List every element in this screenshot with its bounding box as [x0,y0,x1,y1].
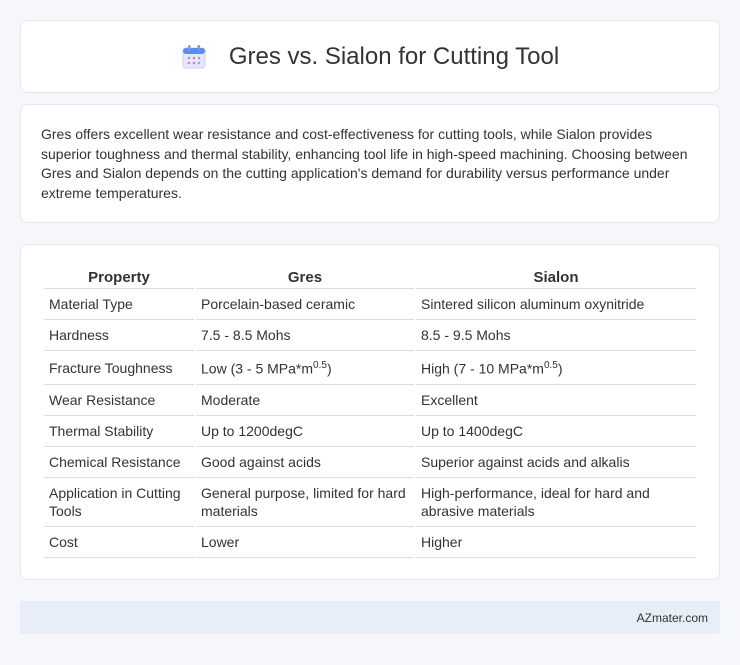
footer: AZmater.com [20,601,720,634]
gres-cell: Low (3 - 5 MPa*m0.5) [196,351,414,385]
gres-fracture-value: Low (3 - 5 MPa*m [201,360,314,377]
sialon-fracture-exponent: 0.5 [543,360,558,372]
gres-cell: Moderate [196,385,414,416]
sialon-cell: Excellent [416,385,696,416]
sialon-cell: Up to 1400degC [416,416,696,447]
gres-fracture-suffix: ) [326,360,332,377]
gres-cell: Porcelain-based ceramic [196,289,414,320]
table-row: Fracture Toughness Low (3 - 5 MPa*m0.5) … [44,351,696,385]
property-cell: Cost [44,527,194,558]
property-cell: Chemical Resistance [44,447,194,478]
title-card: Gres vs. Sialon for Cutting Tool [20,20,720,93]
column-header-gres: Gres [196,264,414,289]
property-cell: Fracture Toughness [44,351,194,385]
comparison-table-card: Property Gres Sialon Material Type Porce… [20,244,720,580]
sialon-cell: Sintered silicon aluminum oxynitride [416,289,696,320]
gres-cell: General purpose, limited for hard materi… [196,478,414,527]
table-row: Cost Lower Higher [44,527,696,558]
property-cell: Material Type [44,289,194,320]
table-row: Application in Cutting Tools General pur… [44,478,696,527]
column-header-sialon: Sialon [416,264,696,289]
property-cell: Thermal Stability [44,416,194,447]
sialon-cell: Higher [416,527,696,558]
gres-cell: 7.5 - 8.5 Mohs [196,320,414,351]
sialon-cell: High (7 - 10 MPa*m0.5) [416,351,696,385]
page-title: Gres vs. Sialon for Cutting Tool [228,42,560,70]
gres-fracture-exponent: 0.5 [313,360,327,372]
table-row: Chemical Resistance Good against acids S… [44,447,696,478]
column-header-property: Property [44,264,194,289]
footer-brand: AZmater.com [636,610,708,625]
comparison-table: Property Gres Sialon Material Type Porce… [42,264,698,558]
property-cell: Wear Resistance [44,385,194,416]
table-header-row: Property Gres Sialon [44,264,696,289]
table-row: Wear Resistance Moderate Excellent [44,385,696,416]
summary-card: Gres offers excellent wear resistance an… [20,104,720,223]
table-row: Material Type Porcelain-based ceramic Si… [44,289,696,320]
summary-text: Gres offers excellent wear resistance an… [41,126,688,201]
sialon-cell: 8.5 - 9.5 Mohs [416,320,696,351]
sialon-cell: Superior against acids and alkalis [416,447,696,478]
calendar-icon [181,44,207,70]
gres-cell: Lower [196,527,414,558]
gres-cell: Good against acids [196,447,414,478]
sialon-cell: High-performance, ideal for hard and abr… [416,478,696,527]
table-row: Hardness 7.5 - 8.5 Mohs 8.5 - 9.5 Mohs [44,320,696,351]
table-row: Thermal Stability Up to 1200degC Up to 1… [44,416,696,447]
property-cell: Application in Cutting Tools [44,478,194,527]
property-cell: Hardness [44,320,194,351]
sialon-fracture-value: High (7 - 10 MPa*m [421,360,544,377]
gres-cell: Up to 1200degC [196,416,414,447]
sialon-fracture-suffix: ) [557,360,563,377]
